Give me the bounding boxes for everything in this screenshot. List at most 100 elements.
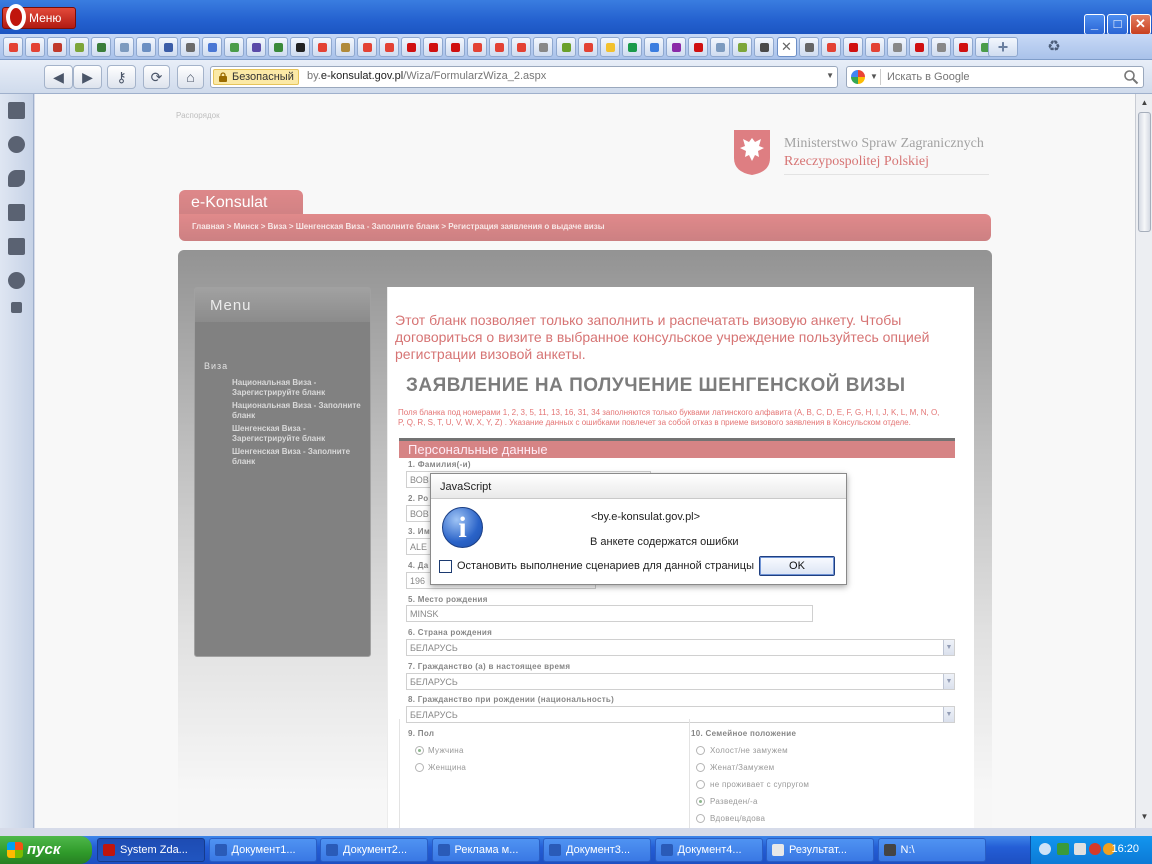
address-toolbar: ◀ ▶ ⚷ ⟳ ⌂ Безопасный by.e-konsulat.gov.p… <box>0 60 1152 94</box>
browser-tab[interactable] <box>511 37 532 57</box>
browser-tab[interactable] <box>422 37 443 57</box>
start-label: пуск <box>27 841 61 858</box>
scroll-down-icon[interactable]: ▼ <box>1138 810 1151 823</box>
browser-tab[interactable] <box>290 37 311 57</box>
browser-tab[interactable] <box>334 37 355 57</box>
browser-tab[interactable] <box>688 37 709 57</box>
browser-tab[interactable] <box>356 37 377 57</box>
taskbar-button[interactable]: System Zda... <box>97 838 205 862</box>
browser-tab[interactable] <box>268 37 289 57</box>
browser-tab[interactable] <box>909 37 930 57</box>
downloads-icon[interactable] <box>8 238 25 255</box>
tray-arrow-icon[interactable] <box>1039 843 1051 855</box>
forward-button[interactable]: ▶ <box>73 65 102 89</box>
taskbar-button[interactable]: N:\ <box>877 838 986 862</box>
browser-tab[interactable] <box>754 37 775 57</box>
taskbar-button[interactable]: Результат... <box>766 838 874 862</box>
feeds-icon[interactable] <box>8 170 25 187</box>
browser-tab[interactable] <box>467 37 488 57</box>
minimize-button[interactable]: _ <box>1084 14 1105 35</box>
volume-icon[interactable] <box>1074 843 1086 855</box>
back-button[interactable]: ◀ <box>44 65 73 89</box>
network-icon[interactable] <box>1057 843 1069 855</box>
stop-scripts-checkbox[interactable] <box>439 560 452 573</box>
browser-tab[interactable] <box>666 37 686 57</box>
browser-tab[interactable] <box>179 37 200 57</box>
widgets-icon[interactable] <box>8 136 25 153</box>
system-tray: 16:20 <box>1030 836 1152 864</box>
new-tab-button[interactable]: + <box>988 37 1018 57</box>
taskbar-app-icon <box>103 844 115 856</box>
tab-favicon-icon <box>9 43 18 52</box>
taskbar-button[interactable]: Документ2... <box>320 838 428 862</box>
address-history-dropdown-icon[interactable]: ▼ <box>826 71 834 80</box>
browser-tab[interactable] <box>445 37 465 57</box>
page-scrollbar[interactable]: ▲ ▼ <box>1135 94 1152 828</box>
home-button[interactable]: ⌂ <box>177 65 204 89</box>
scroll-up-icon[interactable]: ▲ <box>1138 96 1151 109</box>
history-icon[interactable] <box>8 272 25 289</box>
notes-icon[interactable] <box>8 204 25 221</box>
language-icon[interactable] <box>1089 843 1101 855</box>
closed-tabs-trash-icon[interactable]: ♻ <box>1043 37 1065 57</box>
search-engine-selector[interactable]: ▼ <box>849 69 881 85</box>
lock-icon <box>219 72 227 82</box>
browser-tab[interactable] <box>577 37 598 57</box>
browser-tab[interactable] <box>864 37 885 57</box>
browser-tab[interactable] <box>224 37 244 57</box>
browser-tab[interactable] <box>842 37 863 57</box>
browser-tab[interactable] <box>732 37 753 57</box>
browser-tab[interactable] <box>533 37 554 57</box>
browser-tab[interactable] <box>3 37 23 57</box>
browser-tab[interactable] <box>887 37 907 57</box>
tab-favicon-icon <box>649 43 659 52</box>
scroll-thumb[interactable] <box>1138 112 1151 232</box>
address-field[interactable]: Безопасный by.e-konsulat.gov.pl/Wiza/For… <box>210 66 838 88</box>
stop-scripts-label[interactable]: Остановить выполнение сценариев для данн… <box>457 560 754 572</box>
browser-tab[interactable] <box>47 37 68 57</box>
taskbar-button-label: N:\ <box>900 844 915 856</box>
tab-close-icon[interactable]: ✕ <box>776 37 797 57</box>
browser-tab[interactable] <box>931 37 952 57</box>
security-badge[interactable]: Безопасный <box>213 69 299 85</box>
browser-tab[interactable] <box>91 37 112 57</box>
browser-tab[interactable] <box>621 37 642 57</box>
browser-tab[interactable] <box>246 37 267 57</box>
search-icon[interactable] <box>1123 69 1139 85</box>
browser-tab[interactable] <box>489 37 510 57</box>
browser-tab[interactable] <box>643 37 664 57</box>
start-button[interactable]: пуск <box>0 836 92 864</box>
browser-tab[interactable] <box>599 37 620 57</box>
add-panel-icon[interactable] <box>11 302 22 313</box>
browser-tab[interactable] <box>953 37 974 57</box>
browser-tab[interactable] <box>201 37 222 57</box>
tab-favicon-icon <box>384 43 394 52</box>
taskbar-button[interactable]: Документ4... <box>654 838 763 862</box>
browser-tab[interactable] <box>157 37 178 57</box>
browser-tab[interactable] <box>378 37 399 57</box>
wand-key-button[interactable]: ⚷ <box>107 65 136 89</box>
browser-tab[interactable] <box>25 37 46 57</box>
tab-favicon-icon <box>75 43 85 52</box>
search-field[interactable]: ▼ <box>846 66 1144 88</box>
ok-button[interactable]: OK <box>759 556 835 576</box>
browser-tab[interactable] <box>820 37 841 57</box>
bookmarks-icon[interactable] <box>8 102 25 119</box>
reload-button[interactable]: ⟳ <box>143 65 170 89</box>
browser-tab[interactable] <box>710 37 731 57</box>
opera-menu-button[interactable]: Меню <box>2 4 76 30</box>
maximize-button[interactable]: □ <box>1107 14 1128 35</box>
tab-favicon-icon <box>716 43 726 52</box>
browser-tab[interactable] <box>135 37 156 57</box>
browser-tab[interactable] <box>69 37 90 57</box>
taskbar-button[interactable]: Документ1... <box>208 838 317 862</box>
search-input[interactable] <box>887 68 1117 86</box>
browser-tab[interactable] <box>798 37 819 57</box>
browser-tab[interactable] <box>113 37 134 57</box>
browser-tab[interactable] <box>555 37 576 57</box>
close-window-button[interactable]: ✕ <box>1130 14 1151 35</box>
browser-tab[interactable] <box>400 37 421 57</box>
taskbar-button[interactable]: Документ3... <box>543 838 651 862</box>
taskbar-button[interactable]: Реклама м... <box>431 838 540 862</box>
browser-tab[interactable] <box>312 37 333 57</box>
